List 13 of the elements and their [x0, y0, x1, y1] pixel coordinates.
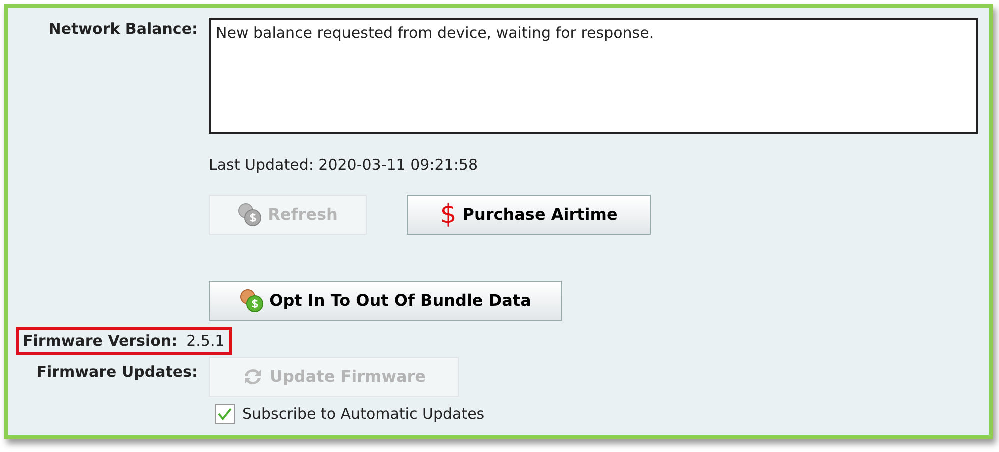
balance-text-area[interactable]: New balance requested from device, waiting for response. [209, 18, 978, 134]
checkbox[interactable] [215, 404, 235, 424]
bundle-button[interactable]: Opt In To Out Of Bundle Data [209, 280, 562, 320]
version-text: 2.5.1 [186, 330, 225, 352]
dollar-icon: $ [440, 202, 457, 228]
last-updated-text: Last Updated: 2020-03-11 09:21:58 [209, 155, 478, 176]
coins-icon [240, 288, 264, 312]
coins-icon [238, 202, 262, 226]
field-label: Firmware Version: [23, 330, 178, 352]
checkbox-label: Subscribe to Automatic Updates [242, 404, 485, 425]
purchase-button[interactable]: $ Purchase Airtime [407, 194, 651, 234]
field-label: Firmware Updates: [36, 362, 198, 383]
field-label: Network Balance: [48, 19, 198, 40]
